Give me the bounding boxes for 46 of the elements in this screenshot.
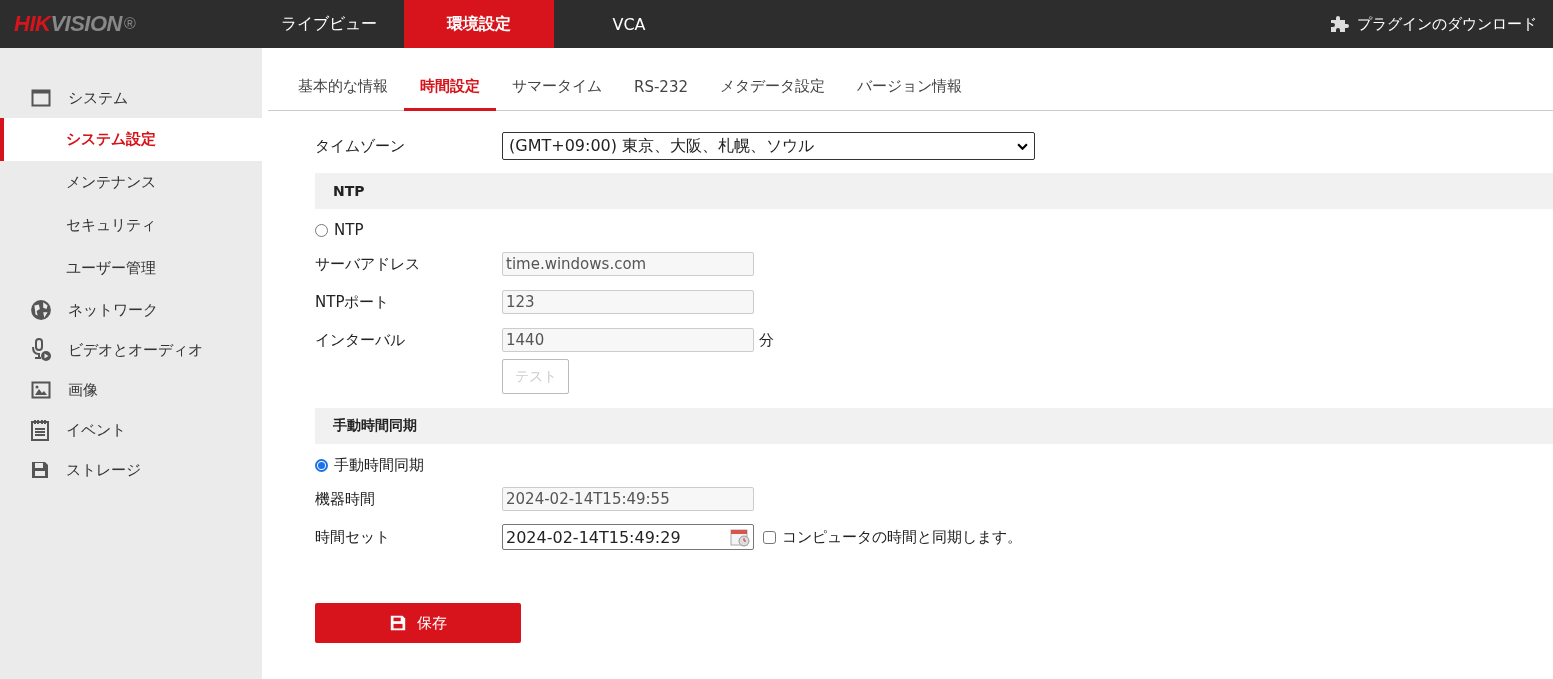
- sidebar-subitem[interactable]: セキュリティ: [0, 204, 262, 247]
- timezone-dropdown[interactable]: (GMT+09:00) 東京、大阪、札幌、ソウル: [502, 132, 1035, 160]
- puzzle-icon: [1329, 14, 1349, 34]
- brand-logo: HIKVISION®: [13, 10, 137, 38]
- image-icon: [30, 380, 52, 400]
- sidebar-item[interactable]: 画像: [0, 370, 262, 410]
- field-label: サーバアドレス: [315, 254, 421, 274]
- unit-label: 分: [759, 330, 774, 350]
- section-header: 手動時間同期: [315, 408, 1553, 444]
- datetime-field[interactable]: 2024-02-14T15:49:29: [502, 524, 754, 550]
- field-label: 時間セット: [315, 527, 391, 547]
- nav-tab[interactable]: ライブビュー: [254, 0, 404, 48]
- microphone-play-icon: [30, 338, 52, 362]
- radio-label: 手動時間同期: [334, 455, 424, 475]
- sidebar-item[interactable]: イベント: [0, 410, 262, 450]
- checkbox[interactable]: [763, 530, 776, 544]
- field-label: インターバル: [315, 330, 406, 350]
- sidebar-subitem[interactable]: システム設定: [0, 118, 262, 161]
- tab[interactable]: バージョン情報: [841, 66, 978, 111]
- sidebar-subitem[interactable]: ユーザー管理: [0, 247, 262, 290]
- plugin-download-link[interactable]: プラグインのダウンロード: [1357, 14, 1537, 34]
- window-icon: [30, 88, 52, 108]
- chevron-down-icon: [1017, 142, 1028, 150]
- save-button[interactable]: 保存: [315, 603, 521, 643]
- globe-icon: [30, 299, 52, 321]
- notepad-icon: [30, 419, 50, 441]
- tab[interactable]: メタデータ設定: [704, 66, 841, 111]
- tab[interactable]: RS-232: [618, 66, 704, 111]
- sidebar-item[interactable]: ビデオとオーディオ: [0, 330, 262, 370]
- section-header: NTP: [315, 173, 1553, 209]
- radio-button[interactable]: [315, 458, 328, 472]
- tab[interactable]: サマータイム: [496, 66, 618, 111]
- sidebar-item[interactable]: ネットワーク: [0, 290, 262, 330]
- radio-label: NTP: [334, 221, 364, 239]
- calendar-icon[interactable]: [730, 527, 750, 547]
- nav-tab[interactable]: 環境設定: [404, 0, 554, 48]
- nav-tab[interactable]: VCA: [554, 0, 704, 48]
- sidebar-subitem[interactable]: メンテナンス: [0, 161, 262, 204]
- tab[interactable]: 基本的な情報: [282, 66, 404, 111]
- field-label: タイムゾーン: [315, 136, 406, 156]
- field-label: 機器時間: [315, 489, 376, 509]
- tab[interactable]: 時間設定: [404, 66, 496, 111]
- field-label: NTPポート: [315, 292, 391, 312]
- sidebar-item[interactable]: システム: [0, 78, 262, 118]
- sidebar-item[interactable]: ストレージ: [0, 450, 262, 490]
- checkbox-label: コンピュータの時間と同期します。: [782, 527, 1022, 547]
